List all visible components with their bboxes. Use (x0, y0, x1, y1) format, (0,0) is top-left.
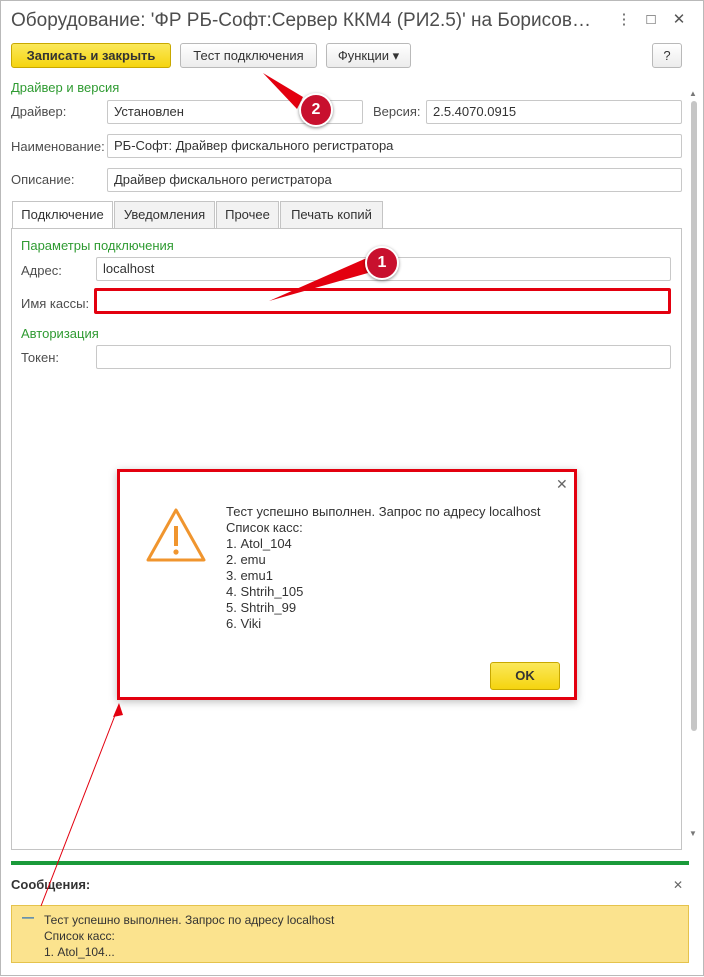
annotation-arrows (40, 73, 375, 907)
annotation-badge-1: 1 (365, 246, 399, 280)
arrow-head-dialog (113, 703, 123, 717)
equipment-window: Оборудование: 'ФР РБ-Софт:Сервер ККМ4 (Р… (0, 0, 704, 976)
arrow-to-test-button (263, 73, 303, 109)
arrow-to-message (40, 704, 120, 907)
arrow-to-cashbox-field (269, 257, 375, 301)
annotation-badge-2: 2 (299, 93, 333, 127)
